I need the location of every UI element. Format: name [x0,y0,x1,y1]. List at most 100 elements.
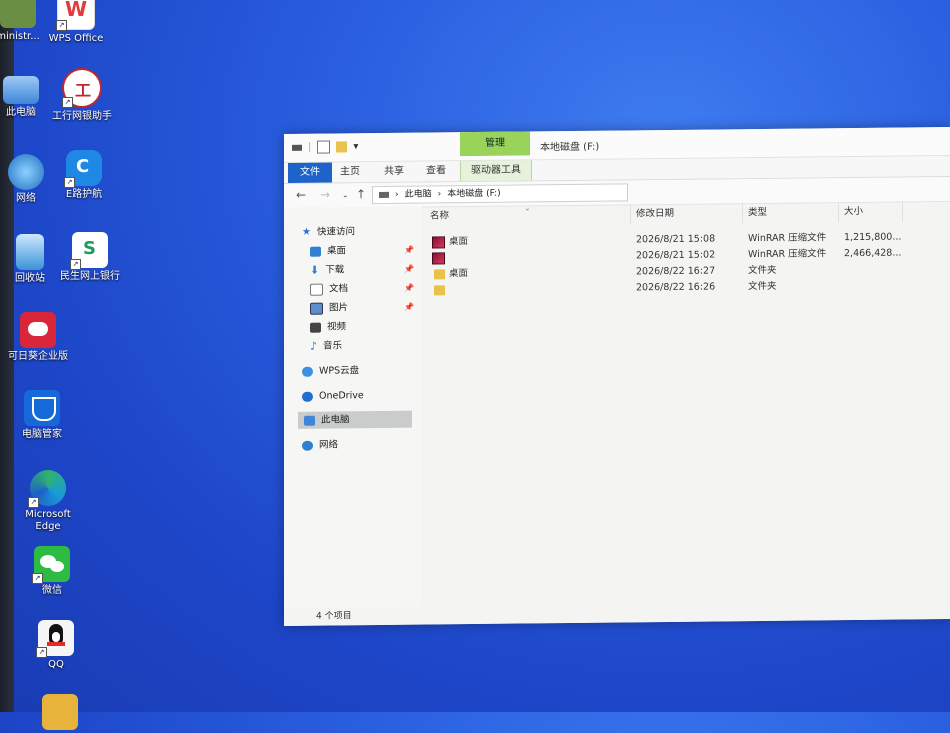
properties-icon[interactable] [317,140,331,154]
picture-icon [310,302,323,315]
tab-share[interactable]: 共享 [376,162,412,182]
sort-chevron-icon: ⌄ [524,203,531,213]
pin-icon[interactable]: 📌 [404,261,414,278]
address-path[interactable]: › 此电脑 › 本地磁盘 (F:) [372,183,628,205]
tab-file[interactable]: 文件 [288,162,332,183]
tab-home[interactable]: 主页 [332,162,368,182]
desktop-icon-label: 可日葵企业版 [8,351,68,362]
tab-drive-tools[interactable]: 驱动器工具 [460,160,532,182]
nav-item-downloads[interactable]: ⬇ 下载 📌 [310,261,414,278]
video-icon [310,322,321,333]
onedrive-cloud-icon [302,391,313,402]
column-divider[interactable] [742,203,743,224]
icbc-icon: 工 ↗ [62,68,102,108]
recycle-bin-icon [16,234,44,270]
drive-icon [379,191,389,198]
nav-label: 视频 [327,321,347,333]
desktop-icon-icbc[interactable]: 工 ↗ 工行网银助手 [46,68,118,123]
file-list: 名称 ⌄ 修改日期 类型 大小 桌面 2026/8/21 15:08 WinRA… [424,201,950,607]
desktop-icon-sunlogin[interactable]: 可日葵企业版 [2,312,74,363]
sunlogin-icon [20,312,56,348]
file-explorer-window: | ▾ 管理 本地磁盘 (F:) 文件 主页 共享 查看 驱动器工具 ← → ⌄… [284,127,950,627]
nav-quick-access[interactable]: ★ 快速访问 [302,223,355,241]
cloud-icon [302,366,313,377]
nav-item-documents[interactable]: 文档 📌 [310,280,414,297]
desktop-icon-qq[interactable]: ↗ QQ [20,620,92,671]
recent-chevron-icon[interactable]: ⌄ [342,190,349,199]
column-divider[interactable] [630,204,631,225]
nav-label: 图片 [329,302,349,314]
file-date: 2026/8/21 15:02 [636,249,716,262]
quick-access-toolbar: | ▾ [292,140,358,154]
desktop-icon [310,246,321,257]
computer-icon [3,76,39,104]
nav-item-music[interactable]: ♪ 音乐 [310,337,342,354]
pin-icon[interactable]: 📌 [404,299,414,316]
breadcrumb-drive-f[interactable]: 本地磁盘 (F:) [447,189,500,200]
back-arrow-icon[interactable]: ← [296,188,306,202]
pin-icon[interactable]: 📌 [404,242,414,259]
network-globe-icon [8,154,44,190]
column-header-size[interactable]: 大小 [844,202,863,222]
column-header-type[interactable]: 类型 [748,203,767,223]
column-header-date[interactable]: 修改日期 [636,204,674,224]
desktop-icon-edge[interactable]: ↗ Microsoft Edge [12,470,84,533]
desktop-icon-label: WPS Office [48,33,104,44]
e-guard-icon: C ↗ [64,150,102,188]
nav-onedrive[interactable]: OneDrive [302,387,364,405]
desktop-icon-label: 工行网银助手 [52,111,112,122]
wechat-icon: ↗ [32,546,70,584]
desktop-icon-e-guard[interactable]: C ↗ E路护航 [48,150,120,201]
nav-label: 文档 [329,283,349,295]
tab-manage[interactable]: 管理 [460,131,530,157]
new-folder-icon[interactable] [336,141,348,153]
nav-this-pc[interactable]: 此电脑 [298,410,412,429]
nav-item-desktop[interactable]: 桌面 📌 [310,242,414,259]
nav-label: 音乐 [323,340,343,352]
nav-wps-cloud[interactable]: WPS云盘 [302,362,359,380]
download-arrow-icon: ⬇ [310,263,320,277]
file-name: 桌面 [449,236,469,248]
column-divider[interactable] [838,202,839,223]
file-name-cell [434,282,449,298]
window-title: 本地磁盘 (F:) [540,141,600,154]
nav-label: OneDrive [319,390,364,402]
nav-item-videos[interactable]: 视频 [310,318,346,335]
tab-view[interactable]: 查看 [418,161,454,181]
desktop-icon-label: Microsoft Edge [25,509,71,532]
music-note-icon: ♪ [310,339,318,353]
qq-penguin-icon: ↗ [36,620,74,658]
star-icon: ★ [302,226,311,238]
desktop-icon-wechat[interactable]: ↗ 微信 [16,546,88,597]
desktop-icon-pc-manager[interactable]: 电脑管家 [6,390,78,441]
desktop-icon-cmbc[interactable]: S ↗ 民生网上银行 [54,232,126,283]
file-date: 2026/8/22 16:26 [636,281,716,294]
cmbc-icon: S ↗ [70,232,108,270]
desktop-icon-label: 电脑管家 [22,429,62,440]
desktop-icon-label: QQ [48,659,64,670]
file-name-cell: 桌面 [434,266,468,282]
column-header-name[interactable]: 名称 [430,206,449,226]
shield-icon [24,390,60,426]
column-divider[interactable] [902,201,903,222]
desktop-icon-partial[interactable] [24,694,96,733]
file-name-cell [432,250,449,266]
desktop-icon-wps-office[interactable]: W ↗ WPS Office [40,0,112,45]
up-arrow-icon[interactable]: ↑ [356,187,366,201]
pin-icon[interactable]: 📌 [404,280,414,297]
file-size: 2,466,428... [844,247,902,260]
path-separator-icon: › [395,189,399,200]
desktop-icon-label: 民生网上银行 [60,271,120,282]
dropdown-icon[interactable]: ▾ [353,141,358,152]
network-icon [302,440,313,451]
nav-network[interactable]: 网络 [302,436,338,453]
nav-label: 桌面 [327,245,347,257]
nav-label: 网络 [319,439,339,451]
breadcrumb-this-pc[interactable]: 此电脑 [405,189,432,199]
app-icon [42,694,78,730]
winrar-archive-icon [432,251,445,264]
nav-label: 此电脑 [321,414,350,426]
forward-arrow-icon[interactable]: → [320,188,330,202]
nav-item-pictures[interactable]: 图片 📌 [310,299,414,316]
nav-label: 下载 [325,264,345,276]
